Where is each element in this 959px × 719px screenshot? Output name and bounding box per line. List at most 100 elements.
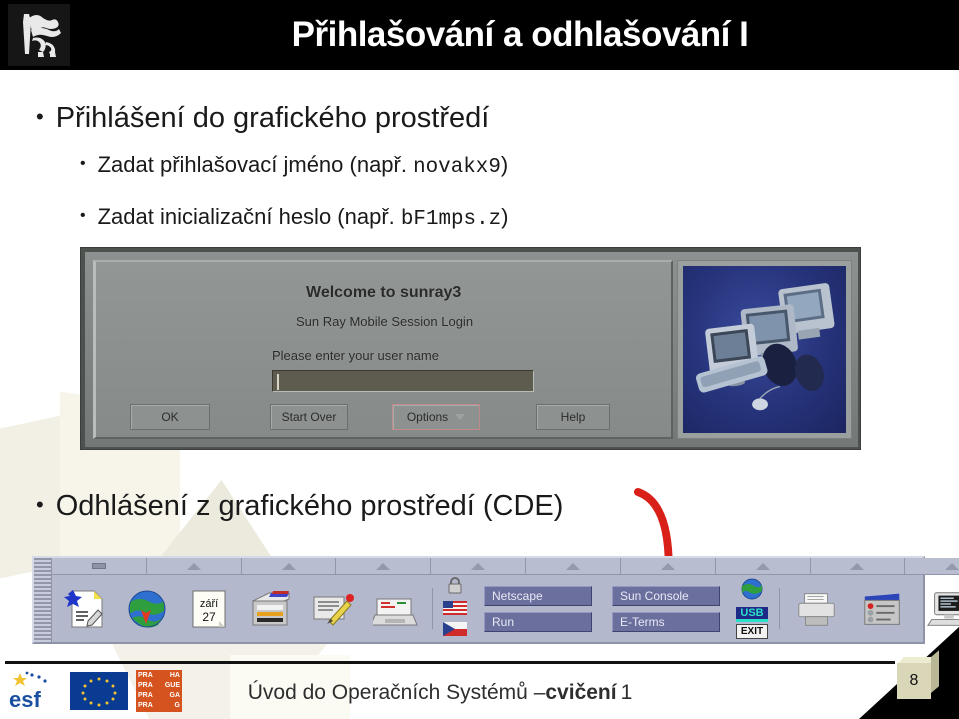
control-panel-icon[interactable] (860, 586, 906, 632)
footer-divider (5, 661, 895, 664)
cde-cell[interactable] (364, 575, 428, 642)
bullet-text: Odhlášení z grafického prostředí (CDE) (55, 490, 564, 522)
us-flag-icon[interactable] (443, 601, 467, 620)
text-editor-icon[interactable] (61, 586, 107, 632)
example-password: bF1mps.z (400, 208, 502, 231)
header-divider (0, 70, 959, 73)
subpanel-arrow[interactable] (241, 558, 337, 574)
cde-divider (428, 575, 436, 642)
cde-cell[interactable] (302, 575, 364, 642)
cube-side-face (931, 650, 939, 693)
cde-cell[interactable]: září 27 (178, 575, 240, 642)
cde-front-panel[interactable]: září 27 Netscape Run Sun Console E-Terms… (32, 556, 959, 644)
chevron-down-icon (455, 414, 466, 420)
cde-status-column[interactable] (436, 575, 474, 642)
globe-icon[interactable] (741, 578, 763, 605)
exit-icon[interactable]: EXIT (736, 624, 768, 639)
chevron-up-icon (471, 562, 486, 570)
start-over-button[interactable]: Start Over (270, 404, 348, 430)
prague-text: GUE (164, 682, 180, 689)
file-manager-icon[interactable] (248, 586, 294, 632)
options-label: Options (406, 410, 449, 424)
username-input[interactable] (272, 370, 534, 392)
bullet-text-pre: Zadat přihlašovací jméno (např. (97, 152, 414, 177)
bullet-text-pre: Zadat inicializační heslo (např. (97, 204, 401, 229)
cde-cell[interactable] (916, 575, 959, 642)
eu-flag-logo (70, 672, 128, 710)
chevron-up-icon (186, 562, 201, 570)
terminal-workstation-icon[interactable] (926, 586, 959, 632)
slide-canvas: Přihlašování a odhlašování I • Přihlášen… (0, 0, 959, 719)
footer-course-bold: cvičení (545, 680, 617, 704)
calendar-icon[interactable]: září 27 (186, 586, 232, 632)
sun-console-button[interactable]: Sun Console (612, 585, 720, 606)
chevron-up-icon (850, 562, 865, 570)
ctu-prague-lion-logo (8, 4, 70, 66)
esf-logo: esf (6, 670, 62, 712)
prague-text: G (174, 702, 180, 709)
subpanel-arrow[interactable] (526, 558, 621, 574)
cde-cell[interactable] (240, 575, 302, 642)
cde-cell[interactable] (52, 575, 116, 642)
cde-session-buttons-left: Netscape Run (474, 575, 602, 642)
cz-flag-icon[interactable] (443, 622, 467, 641)
subpanel-arrow[interactable] (810, 558, 906, 574)
bullet-marker: • (36, 492, 44, 517)
subpanel-arrow[interactable] (146, 558, 242, 574)
cde-utility-column[interactable]: USB EXIT (730, 575, 774, 642)
panel-left-grip[interactable] (34, 558, 52, 642)
bullet-text-post: ) (501, 204, 509, 229)
subpanel-arrow[interactable] (620, 558, 716, 574)
mail-printer-icon[interactable] (373, 586, 419, 632)
chevron-up-icon (945, 562, 959, 570)
cde-cell[interactable] (850, 575, 916, 642)
sunray-login-screenshot: Welcome to sunray3 Sun Ray Mobile Sessio… (80, 247, 861, 450)
cde-cell[interactable] (784, 575, 850, 642)
ok-button[interactable]: OK (130, 404, 210, 430)
bullet-enter-password: • Zadat inicializační heslo (např. bF1mp… (80, 204, 509, 231)
run-button[interactable]: Run (484, 611, 592, 632)
photo-inner-frame: Welcome to sunray3 Sun Ray Mobile Sessio… (85, 252, 858, 447)
minimize-button[interactable] (52, 558, 147, 574)
prague-city-logo: PRA HA PRA GUE PRA GA PRA G (136, 670, 182, 712)
netscape-button[interactable]: Netscape (484, 585, 592, 606)
help-button[interactable]: Help (536, 404, 610, 430)
text-caret (277, 374, 279, 390)
cde-icon-row: září 27 Netscape Run Sun Console E-Terms… (52, 575, 959, 642)
chevron-up-icon (281, 562, 296, 570)
e-terms-button[interactable]: E-Terms (612, 611, 720, 632)
sunray-product-photo-frame (677, 260, 852, 439)
bullet-text-group: Zadat inicializační heslo (např. bF1mps.… (98, 204, 509, 231)
bullet-login-gui: • Přihlášení do grafického prostředí (36, 102, 489, 135)
bullet-marker: • (80, 155, 86, 172)
svg-text:září: září (200, 598, 218, 610)
cde-panel-body: září 27 Netscape Run Sun Console E-Terms… (52, 558, 959, 642)
footer-logos: esf PRA HA PRA GUE PRA GA PRA G (6, 670, 182, 712)
subpanel-arrow[interactable] (336, 558, 432, 574)
svg-text:esf: esf (9, 687, 41, 712)
subpanel-arrow[interactable] (905, 558, 959, 574)
bullet-marker: • (36, 104, 44, 129)
minimize-icon (91, 563, 106, 569)
bullet-marker: • (80, 207, 86, 224)
subpanel-arrow[interactable] (715, 558, 811, 574)
chevron-up-icon (755, 562, 770, 570)
notepad-icon[interactable] (310, 586, 356, 632)
chevron-up-icon (660, 562, 675, 570)
lock-icon[interactable] (446, 576, 464, 599)
chevron-up-icon (565, 562, 580, 570)
cde-subpanel-tabs (52, 558, 959, 575)
cde-divider (774, 575, 784, 642)
printer-icon[interactable] (794, 586, 840, 632)
subpanel-arrow[interactable] (431, 558, 527, 574)
usb-icon[interactable]: USB (736, 607, 768, 622)
cde-cell[interactable] (116, 575, 178, 642)
footer-course-plain: Úvod do Operačních Systémů – (247, 680, 546, 704)
prague-text: HA (169, 672, 180, 679)
options-button[interactable]: Options (392, 404, 480, 430)
cde-session-buttons-right: Sun Console E-Terms (602, 575, 730, 642)
web-browser-globe-icon[interactable] (124, 586, 170, 632)
bullet-text-group: Zadat přihlašovací jméno (např. novakx9) (98, 152, 509, 179)
prague-text: PRA (138, 682, 153, 689)
footer-course-tail: 1 (620, 680, 633, 704)
